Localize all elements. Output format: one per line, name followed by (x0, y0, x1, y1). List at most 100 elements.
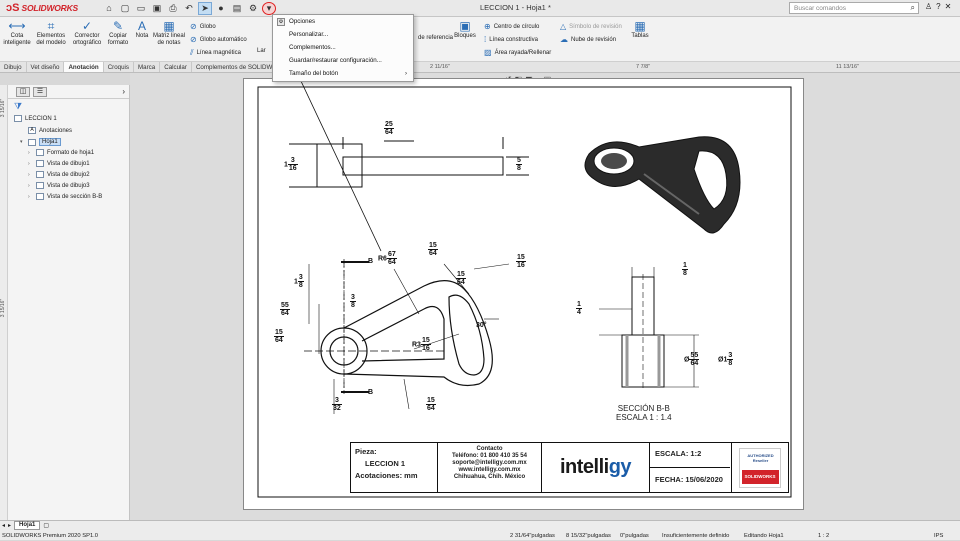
dim-25-64[interactable]: 25 64 (384, 121, 394, 136)
expand-arrow-icon[interactable]: › (28, 183, 33, 189)
dim-dia-1-3-8[interactable]: Ø1 3 8 (718, 352, 734, 367)
balloon-icon: ⊘ (190, 22, 197, 31)
title-icons: ♙ ? ✕ (925, 2, 951, 11)
feature-tree-tab-icon[interactable]: ◫ (16, 87, 30, 97)
menu-item-personalizar[interactable]: Personalizar... (273, 29, 413, 41)
help-icon[interactable]: ? (936, 2, 940, 11)
revision-cloud-icon: ☁ (560, 35, 568, 44)
user-icon[interactable]: ♙ (925, 2, 932, 11)
blocks-button[interactable]: ▣ Bloques (453, 19, 477, 40)
expand-arrow-icon[interactable]: › (28, 172, 33, 178)
expand-arrow-icon[interactable]: › (28, 161, 33, 167)
graphics-area[interactable]: ⌕ ⌕ ↺ ◧ ◩ ◐ ▣ (130, 73, 960, 520)
tree-item-anotaciones[interactable]: A Anotaciones (20, 127, 72, 134)
auto-balloon-button[interactable]: ⊘ Globo automático (190, 35, 247, 44)
hatch-fill-button[interactable]: ▨ Área rayada/Rellenar (484, 48, 551, 57)
dim-1-4[interactable]: 14 (576, 301, 582, 316)
expand-arrow-icon[interactable]: › (28, 194, 33, 200)
filter-icon[interactable]: ⧩ (14, 101, 22, 112)
section-label[interactable]: SECCIÓN B-B ESCALA 1 : 1.4 (616, 404, 672, 422)
options-gear-icon: ⚙ (277, 18, 285, 26)
search-icon[interactable]: ⌕ (911, 3, 915, 13)
tree-item-vista3[interactable]: › Vista de dibujo3 (28, 182, 90, 189)
section-marker-b-top[interactable]: B (368, 258, 373, 265)
note-button[interactable]: A Nota (132, 19, 152, 40)
drawing-sheet[interactable]: 25 64 1 3 16 58 B R6 67 64 15 64 15 16 138 38 1… (243, 78, 804, 510)
print-icon[interactable]: ⎙ (166, 2, 180, 15)
tab-vet-diseno[interactable]: Vet diseño (27, 62, 65, 72)
dim-5-8[interactable]: 58 (516, 157, 522, 172)
menu-item-complementos[interactable]: Complementos... (273, 42, 413, 54)
tab-croquis[interactable]: Croquis (104, 62, 135, 72)
tree-root[interactable]: LECCION 1 (14, 115, 57, 122)
tab-calcular[interactable]: Calcular (160, 62, 192, 72)
smart-dimension-button[interactable]: ⟷ Cota inteligente (2, 19, 32, 47)
dim-1-3-16[interactable]: 1 3 16 (284, 157, 298, 172)
dim-1-8[interactable]: 18 (682, 262, 688, 277)
menu-item-opciones[interactable]: ⚙ Opciones (273, 16, 413, 28)
panel-expand-icon[interactable]: › (122, 87, 125, 96)
solidworks-logo[interactable]: ↄS SOLIDWORKS (0, 0, 78, 17)
annotations-folder-icon: A (28, 127, 36, 134)
select-cursor-icon[interactable]: ➤ (198, 1, 212, 15)
tree-item-formato-hoja[interactable]: › Formato de hoja1 (28, 149, 94, 156)
expand-arrow-icon[interactable]: › (28, 150, 33, 156)
menu-item-guardar-restaurar[interactable]: Guardar/restaurar configuración... (273, 55, 413, 67)
sheet-tab-hoja1[interactable]: Hoja1 (14, 521, 41, 530)
title-block[interactable]: Pieza: LECCION 1 Acotaciones: mm Contact… (350, 442, 789, 493)
dim-3-32[interactable]: 3 32 (332, 397, 342, 412)
tables-button[interactable]: ▦ Tablas (628, 19, 652, 40)
tree-item-hoja1[interactable]: ▾ Hoja1 (20, 138, 61, 146)
section-marker-b-bottom[interactable]: B (368, 389, 373, 396)
tab-anotacion[interactable]: Anotación (64, 62, 104, 72)
dim-15-64-bottom[interactable]: 15 64 (426, 397, 436, 412)
dim-55-64-left[interactable]: 55 64 (280, 302, 290, 317)
dim-r6-67-64[interactable]: R6 67 64 (378, 251, 397, 266)
tab-dibujo[interactable]: Dibujo (0, 62, 27, 72)
property-tab-icon[interactable]: ☰ (33, 87, 47, 97)
center-mark-button[interactable]: ⊕ Centro de círculo (484, 22, 539, 31)
centerline-button[interactable]: ⁞ Línea constructiva (484, 35, 538, 44)
menu-item-tamano-boton[interactable]: Tamaño del botón › (273, 68, 413, 80)
tree-item-vista2[interactable]: › Vista de dibujo2 (28, 171, 90, 178)
nav-first-icon[interactable]: ◂ (2, 522, 5, 529)
revision-cloud-button[interactable]: ☁ Nube de revisión (560, 35, 616, 44)
add-sheet-icon[interactable]: ▢ (43, 522, 49, 529)
file-properties-icon[interactable]: ▤ (230, 2, 244, 15)
options-dropdown-arrow-icon[interactable]: ▾ (262, 1, 276, 15)
save-icon[interactable]: ▣ (150, 2, 164, 15)
dim-1-3-8[interactable]: 138 (294, 274, 304, 289)
dim-15-64-left[interactable]: 15 64 (274, 329, 284, 344)
title-block-pieza: Pieza: LECCION 1 Acotaciones: mm (351, 443, 438, 492)
collapse-arrow-icon[interactable]: ▾ (20, 139, 25, 145)
dim-r3-15-16[interactable]: R3 15 16 (412, 337, 431, 352)
submenu-arrow-icon: › (405, 71, 407, 77)
search-commands-input[interactable]: Buscar comandos ⌕ (789, 2, 919, 14)
undo-icon[interactable]: ↶ (182, 2, 196, 15)
dim-30-degrees[interactable]: 30° (476, 322, 487, 329)
nav-last-icon[interactable]: ▸ (8, 522, 11, 529)
linear-note-pattern-button[interactable]: ▦ Matriz lineal de notas (152, 19, 186, 47)
dim-dia-55-64[interactable]: Ø 55 64 (684, 352, 700, 367)
options-gear-icon[interactable]: ⚙ (246, 2, 260, 15)
rebuild-icon[interactable]: ● (214, 2, 228, 15)
tab-marca[interactable]: Marca (134, 62, 161, 72)
new-file-icon[interactable]: ▢ (118, 2, 132, 15)
model-items-button[interactable]: ⌗ Elementos del modelo (34, 19, 68, 47)
balloon-button[interactable]: ⊘ Globo (190, 22, 216, 31)
tree-item-vista1[interactable]: › Vista de dibujo1 (28, 160, 90, 167)
revision-symbol-button[interactable]: △ Símbolo de revisión (560, 22, 622, 31)
dim-15-16-right[interactable]: 15 16 (516, 254, 526, 269)
magnetic-line-button[interactable]: ⫽ Línea magnética (190, 48, 241, 58)
tree-item-seccion-bb[interactable]: › Vista de sección B-B (28, 193, 102, 200)
dim-15-64-mid[interactable]: 15 64 (456, 271, 466, 286)
open-file-icon[interactable]: ▭ (134, 2, 148, 15)
magnetic-line-icon: ⫽ (190, 48, 194, 57)
close-icon[interactable]: ✕ (945, 2, 952, 11)
dim-3-8-small[interactable]: 38 (350, 294, 356, 309)
spell-check-button[interactable]: ✓ Corrector ortográfico (70, 19, 104, 47)
home-icon[interactable]: ⌂ (102, 2, 116, 15)
dim-15-64-top[interactable]: 15 64 (428, 242, 438, 257)
leader-line (299, 79, 382, 252)
format-painter-button[interactable]: ✎ Copiar formato (104, 19, 132, 47)
